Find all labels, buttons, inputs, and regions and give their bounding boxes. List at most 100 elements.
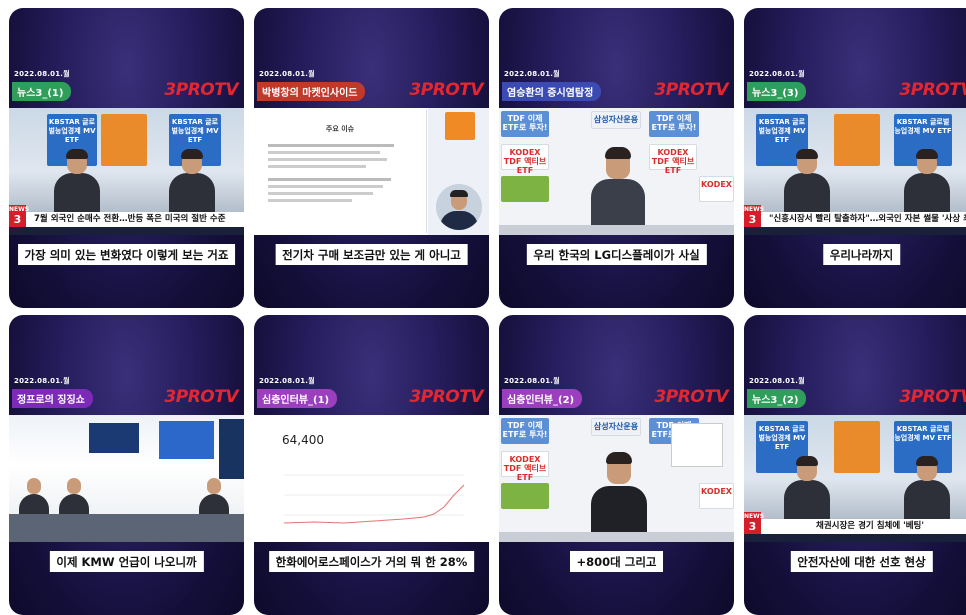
news-ticker [744, 534, 966, 542]
video-caption: 이제 KMW 언급이 나오니까 [49, 551, 204, 572]
series-tag: 뉴스3_(1) [12, 82, 72, 101]
news-headline: 채권시장은 경기 침체에 '베팅' [761, 519, 966, 534]
kodex-tile: KODEX TDF 액티브 ETF [649, 144, 697, 175]
video-caption: +800대 그리고 [569, 551, 664, 572]
news-lower-third: NEWS 3 채권시장은 경기 침체에 '베팅' [744, 512, 966, 542]
video-date: 2022.08.01.월 [259, 377, 315, 385]
news-ticker [9, 227, 244, 235]
tdf-tile [501, 483, 549, 509]
channel-logo: 3PROTV [654, 80, 728, 100]
slide-text [268, 140, 408, 206]
show-logo [445, 112, 475, 140]
video-thumbnail [9, 415, 244, 542]
video-thumbnail: KBSTAR 글로벌능업경제 MV ETF KBSTAR 글로벌능업경제 MV … [9, 108, 244, 235]
series-tag: 심층인터뷰_(1) [257, 389, 338, 408]
panelist [199, 478, 229, 518]
video-card[interactable]: 2022.08.01.월 정프로의 징징쇼 3PROTV 이제 KMW 언급이 … [9, 315, 244, 615]
news-headline: "신흥시장서 빨리 탈출하자"…외국인 자본 썰물 '사상 최장' [761, 212, 966, 227]
host [784, 149, 830, 213]
tdf-tile [501, 176, 549, 202]
video-date: 2022.08.01.월 [504, 70, 560, 78]
tdf-tile: TDF 이제 ETF로 투자! [501, 418, 549, 444]
host [784, 456, 830, 520]
video-thumbnail: 64,400 [254, 415, 489, 542]
series-tag: 정프로의 징징쇼 [12, 389, 93, 408]
kodex-tile: KODEX [699, 176, 734, 202]
video-date: 2022.08.01.월 [14, 70, 70, 78]
poster [834, 421, 880, 473]
news-badge: NEWS 3 [9, 205, 30, 227]
stock-chart [283, 474, 465, 524]
guest [904, 456, 950, 520]
video-date: 2022.08.01.월 [259, 70, 315, 78]
video-grid: 2022.08.01.월 뉴스3_(1) 3PROTV KBSTAR 글로벌능업… [0, 0, 966, 615]
kodex-tile: KODEX TDF 액티브 ETF [501, 144, 549, 175]
video-card[interactable]: 2022.08.01.월 심층인터뷰_(2) 3PROTV TDF 이제 ETF… [499, 315, 734, 615]
series-tag: 박병창의 마켓인사이드 [257, 82, 366, 101]
video-card[interactable]: 2022.08.01.월 뉴스3_(2) 3PROTV KBSTAR 글로벌능업… [744, 315, 966, 615]
slide-title: 주요 이슈 [325, 125, 355, 133]
poster [834, 114, 880, 166]
video-date: 2022.08.01.월 [749, 70, 805, 78]
channel-logo: 3PROTV [409, 80, 483, 100]
kodex-tile: KODEX [699, 483, 734, 509]
news-badge: NEWS 3 [744, 512, 765, 534]
video-thumbnail: 주요 이슈 [254, 108, 489, 235]
guest [169, 149, 215, 213]
video-card[interactable]: 2022.08.01.월 뉴스3_(3) 3PROTV KBSTAR 글로벌능업… [744, 8, 966, 308]
video-caption: 한화에어로스페이스가 거의 뭐 한 28% [268, 551, 475, 572]
video-caption: 안전자산에 대한 선호 현상 [790, 551, 933, 572]
video-date: 2022.08.01.월 [14, 377, 70, 385]
desk [499, 532, 734, 542]
video-date: 2022.08.01.월 [504, 377, 560, 385]
desk [9, 514, 244, 542]
channel-logo: 3PROTV [409, 387, 483, 407]
series-tag: 심층인터뷰_(2) [502, 389, 583, 408]
news-lower-third: NEWS 3 7월 외국인 순매수 전환…반등 폭은 미국의 절반 수준 [9, 205, 244, 235]
news-headline: 7월 외국인 순매수 전환…반등 폭은 미국의 절반 수준 [26, 212, 244, 227]
studio-screen [89, 423, 139, 453]
channel-logo: 3PROTV [654, 387, 728, 407]
studio-screen [219, 419, 244, 479]
poster [101, 114, 147, 166]
video-card[interactable]: 2022.08.01.월 염승환의 증시염탐정 3PROTV TDF 이제 ET… [499, 8, 734, 308]
news-ticker [744, 227, 966, 235]
samsung-tile: 삼성자산운용 [591, 418, 641, 436]
monitor [671, 423, 723, 467]
video-card[interactable]: 2022.08.01.월 박병창의 마켓인사이드 3PROTV 주요 이슈 전기… [254, 8, 489, 308]
guest [591, 450, 647, 538]
video-card[interactable]: 2022.08.01.월 뉴스3_(1) 3PROTV KBSTAR 글로벌능업… [9, 8, 244, 308]
video-thumbnail: TDF 이제 ETF로 투자! 삼성자산운용 TDF 이제 ETF로 투자! K… [499, 415, 734, 542]
news-lower-third: NEWS 3 "신흥시장서 빨리 탈출하자"…외국인 자본 썰물 '사상 최장' [744, 205, 966, 235]
series-tag: 염승환의 증시염탐정 [502, 82, 602, 101]
video-thumbnail: KBSTAR 글로벌능업경제 MV ETF KBSTAR 글로벌능업경제 MV … [744, 108, 966, 235]
video-date: 2022.08.01.월 [749, 377, 805, 385]
video-caption: 우리 한국의 LG디스플레이가 사실 [526, 244, 707, 265]
video-caption: 전기차 구매 보조금만 있는 게 아니고 [275, 244, 468, 265]
tdf-tile: TDF 이제 ETF로 투자! [501, 111, 549, 137]
host-panel [428, 108, 489, 235]
tdf-tile: TDF 이제 ETF로 투자! [649, 111, 699, 137]
video-thumbnail: KBSTAR 글로벌능업경제 MV ETF KBSTAR 글로벌능업경제 MV … [744, 415, 966, 542]
channel-logo: 3PROTV [164, 387, 238, 407]
series-tag: 뉴스3_(2) [747, 389, 807, 408]
panelist [19, 478, 49, 518]
host-avatar [436, 184, 482, 230]
kodex-tile: KODEX TDF 액티브 ETF [501, 451, 549, 482]
channel-logo: 3PROTV [164, 80, 238, 100]
host [591, 145, 645, 231]
host [54, 149, 100, 213]
series-tag: 뉴스3_(3) [747, 82, 807, 101]
video-caption: 우리나라까지 [822, 244, 901, 265]
desk [499, 225, 734, 235]
video-thumbnail: TDF 이제 ETF로 투자! 삼성자산운용 TDF 이제 ETF로 투자! K… [499, 108, 734, 235]
news-badge: NEWS 3 [744, 205, 765, 227]
video-card[interactable]: 2022.08.01.월 심층인터뷰_(1) 3PROTV 64,400 한화에… [254, 315, 489, 615]
panelist [59, 478, 89, 518]
slide-page: 주요 이슈 [254, 110, 427, 233]
guest [904, 149, 950, 213]
studio-screen [159, 421, 214, 459]
samsung-tile: 삼성자산운용 [591, 111, 641, 129]
channel-logo: 3PROTV [899, 387, 966, 407]
channel-logo: 3PROTV [899, 80, 966, 100]
